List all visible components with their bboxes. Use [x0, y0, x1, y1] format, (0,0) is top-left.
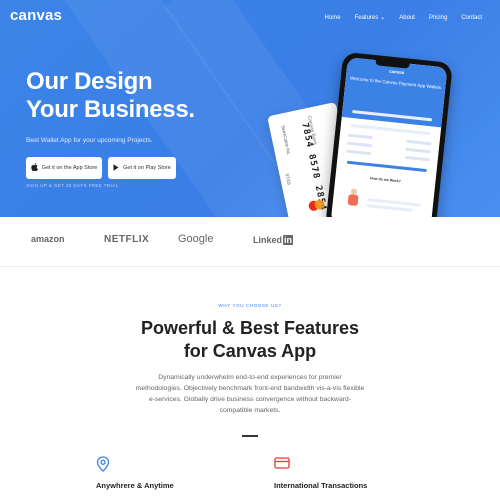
nav-item-features-label: Features: [354, 14, 379, 21]
phone-form-field: [350, 123, 431, 136]
credit-card-icon: [274, 456, 290, 470]
nav-item-pricing[interactable]: Pricing: [429, 14, 447, 21]
nav-item-features[interactable]: Features ⌄: [354, 14, 386, 22]
features-title-line: Powerful & Best Features: [140, 318, 360, 338]
amazon-logo: amazon: [31, 234, 65, 244]
linkedin-logo-text: Linked: [253, 235, 283, 245]
nav-menu: Home Features ⌄ About Pricing Contact: [325, 14, 482, 22]
app-store-button[interactable]: Get it on the App Store: [26, 157, 102, 179]
person-illustration: [344, 188, 362, 212]
phone-mockup: canvas Welcome to the Canvas Payment App…: [325, 51, 453, 217]
feature-label: Anywhrere & Anytime: [96, 481, 174, 490]
google-logo: Google: [178, 233, 214, 245]
netflix-logo: NETFLIX: [104, 234, 150, 245]
apple-icon: [30, 163, 38, 173]
hero-title-line: Our Design: [26, 68, 153, 95]
nav-item-about[interactable]: About: [399, 14, 415, 21]
features-title-line: for Canvas App: [183, 341, 317, 361]
card-expiry: 07/19: [284, 173, 292, 186]
card-holder-name: SemiColon Inc.: [280, 124, 292, 156]
hero-subtitle: Best Wallet App for your upcoming Projec…: [26, 137, 153, 144]
partner-logos: amazon NETFLIX Google Linked in: [0, 217, 500, 267]
nav-item-home[interactable]: Home: [325, 14, 341, 21]
nav-item-contact[interactable]: Contact: [461, 14, 482, 21]
play-store-label: Get it on Play Store: [123, 165, 171, 171]
location-pin-icon: [96, 456, 110, 472]
phone-submit-bar: [346, 160, 427, 173]
free-trial-note: SIGN UP & GET 30 DAYS FREE TRIAL: [26, 183, 119, 188]
feature-label: International Transactions: [274, 481, 368, 490]
features-description: Dynamically underwhelm end-to-end experi…: [135, 374, 365, 414]
play-icon: [113, 163, 119, 173]
play-store-button[interactable]: Get it on Play Store: [108, 157, 176, 179]
linkedin-logo: Linked in: [253, 235, 294, 245]
hero-title: Our Design Your Business.: [26, 68, 195, 124]
section-divider: [242, 435, 258, 437]
phone-section-caption: How do we Work?: [369, 176, 401, 184]
features-title: Powerful & Best Features for Canvas App: [0, 317, 500, 363]
linkedin-logo-in: in: [283, 235, 294, 245]
hero-section: canvas Home Features ⌄ About Pricing Con…: [0, 0, 500, 217]
phone-screen: canvas Welcome to the Canvas Payment App…: [330, 57, 448, 217]
top-navigation: canvas Home Features ⌄ About Pricing Con…: [0, 0, 500, 36]
site-logo[interactable]: canvas: [10, 7, 62, 24]
app-store-label: Get it on the App Store: [41, 165, 98, 171]
hero-title-line: Your Business.: [26, 96, 195, 123]
chevron-down-icon: ⌄: [380, 15, 386, 21]
features-eyebrow: WHY YOU CHOOSE US?: [218, 303, 282, 308]
